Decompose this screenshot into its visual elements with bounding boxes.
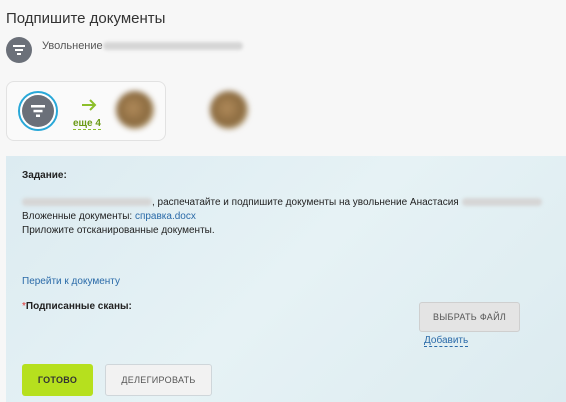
participant-avatar[interactable] — [210, 91, 248, 129]
funnel-icon — [6, 37, 32, 63]
document-header: Увольнение — [6, 37, 243, 63]
attached-label: Вложенные документы: — [22, 211, 135, 222]
redacted-text — [461, 198, 542, 207]
task-label: Задание: — [22, 170, 67, 181]
document-title[interactable]: Увольнение — [42, 40, 243, 52]
choose-file-button[interactable]: ВЫБРАТЬ ФАЙЛ — [419, 302, 520, 332]
goto-document-link[interactable]: Перейти к документу — [22, 276, 120, 287]
redacted-text — [22, 198, 152, 207]
task-panel: Задание: , распечатайте и подпишите доку… — [6, 156, 566, 402]
signed-scans-label: *Подписанные сканы: — [22, 301, 132, 312]
ready-button[interactable]: ГОТОВО — [22, 364, 93, 396]
signed-scans-text: Подписанные сканы: — [25, 301, 132, 312]
page-title: Подпишите документы — [6, 10, 166, 27]
delegate-button[interactable]: ДЕЛЕГИРОВАТЬ — [105, 364, 212, 396]
add-file-link[interactable]: Добавить — [424, 335, 469, 347]
participant-avatar[interactable] — [116, 91, 154, 129]
task-description: , распечатайте и подпишите документы на … — [22, 196, 542, 238]
redacted-text — [102, 42, 243, 51]
task-line-3: Приложите отсканированные документы. — [22, 225, 215, 236]
arrow-right-icon — [81, 98, 97, 116]
task-line-1: , распечатайте и подпишите документы на … — [152, 197, 459, 208]
author-avatar[interactable] — [18, 91, 58, 131]
document-title-prefix: Увольнение — [42, 40, 103, 52]
attached-file-link[interactable]: справка.docx — [135, 211, 196, 222]
more-participants-link[interactable]: еще 4 — [73, 118, 101, 130]
funnel-icon — [22, 95, 54, 127]
